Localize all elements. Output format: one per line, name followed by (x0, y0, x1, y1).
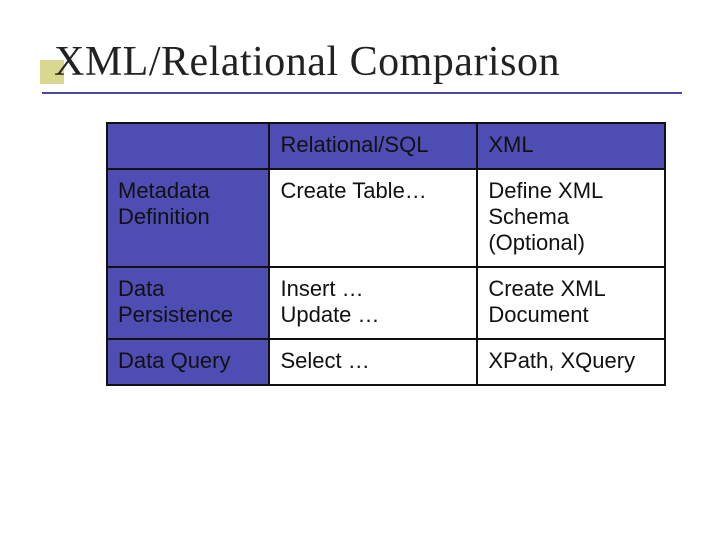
cell-line: Insert … (280, 276, 466, 302)
title-underline (42, 92, 682, 94)
cell-persistence-xml: Create XML Document (477, 267, 665, 339)
page-title: XML/Relational Comparison (54, 38, 560, 86)
cell-query-relational: Select … (269, 339, 477, 385)
table-header-row: Relational/SQL XML (107, 123, 665, 169)
comparison-table: Relational/SQL XML Metadata Definition C… (106, 122, 666, 386)
table-row: Data Persistence Insert … Update … Creat… (107, 267, 665, 339)
corner-cell (107, 123, 269, 169)
row-header-persistence: Data Persistence (107, 267, 269, 339)
table-row: Metadata Definition Create Table… Define… (107, 169, 665, 267)
cell-query-xml: XPath, XQuery (477, 339, 665, 385)
cell-metadata-xml: Define XML Schema (Optional) (477, 169, 665, 267)
slide: XML/Relational Comparison Relational/SQL… (0, 0, 720, 540)
row-header-metadata: Metadata Definition (107, 169, 269, 267)
cell-line: Update … (280, 302, 466, 328)
column-header-xml: XML (477, 123, 665, 169)
column-header-relational: Relational/SQL (269, 123, 477, 169)
cell-persistence-relational: Insert … Update … (269, 267, 477, 339)
table-row: Data Query Select … XPath, XQuery (107, 339, 665, 385)
row-header-query: Data Query (107, 339, 269, 385)
cell-metadata-relational: Create Table… (269, 169, 477, 267)
